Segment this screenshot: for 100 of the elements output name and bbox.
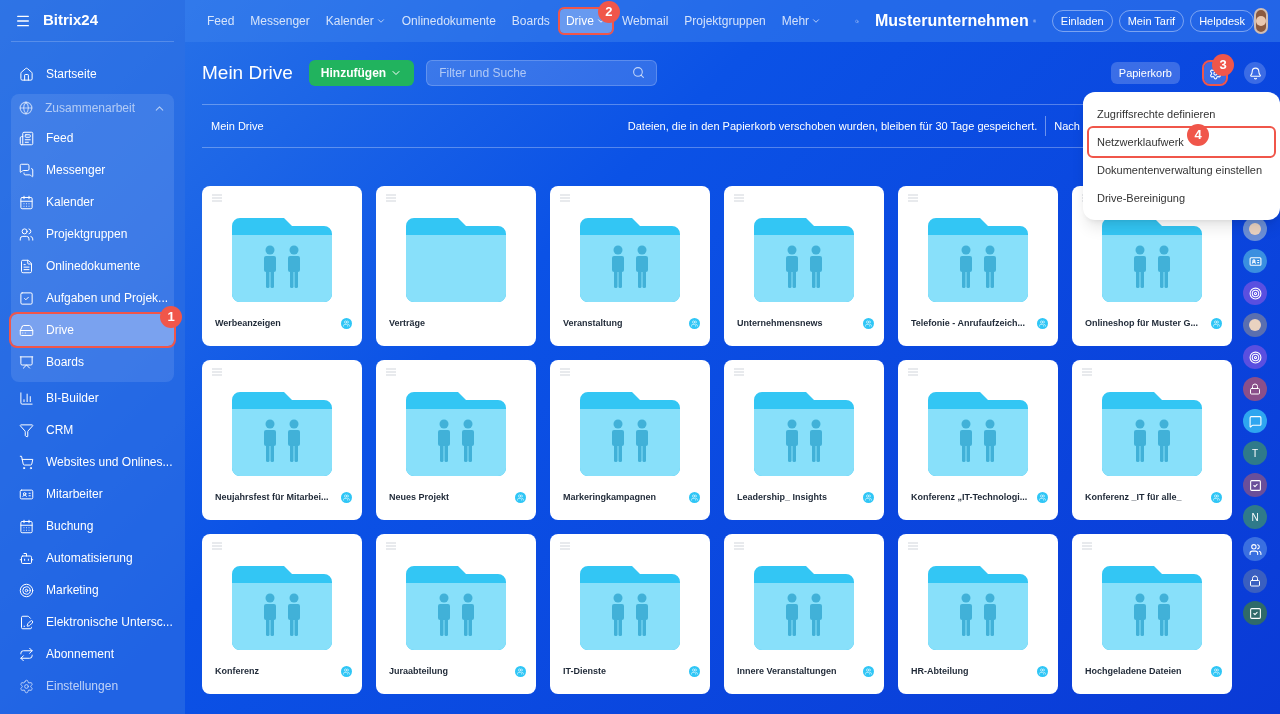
- sidebar-item[interactable]: Startseite: [11, 58, 174, 90]
- repeat-icon: [19, 646, 34, 662]
- nav-tab[interactable]: Onlinedokumente: [395, 9, 502, 33]
- sidebar-item[interactable]: Websites und Onlines...: [11, 446, 174, 478]
- home-icon: [19, 66, 34, 82]
- calendar-icon: [19, 518, 34, 534]
- sidebar-item[interactable]: Mitarbeiter: [11, 478, 174, 510]
- notice-text: Nach: [1054, 118, 1080, 134]
- sidebar-item[interactable]: Elektronische Untersc...: [11, 606, 174, 638]
- avatar[interactable]: [1243, 313, 1267, 337]
- chevron-down-icon: [811, 16, 822, 26]
- step-number-badge: 3: [1212, 54, 1234, 76]
- sidebar-item[interactable]: Einstellungen: [11, 670, 174, 702]
- id-card-icon: [19, 486, 34, 502]
- shared-icon: [1211, 317, 1222, 329]
- shared-folder-icon: [406, 392, 506, 476]
- id-card-icon[interactable]: [1243, 249, 1267, 273]
- folder-card[interactable]: Veranstaltung: [550, 186, 710, 346]
- shared-folder-icon: [928, 566, 1028, 650]
- folder-name: Neues Projekt: [388, 490, 450, 504]
- signature-icon: [19, 614, 34, 630]
- folder-card[interactable]: Werbeanzeigen: [202, 186, 362, 346]
- menu-item[interactable]: Dokumentenverwaltung einstellen: [1089, 156, 1274, 184]
- shared-icon: [863, 317, 874, 329]
- sidebar-item[interactable]: BI-Builder: [11, 382, 174, 414]
- shared-icon: [1211, 491, 1222, 503]
- bell-icon[interactable]: [1248, 66, 1262, 80]
- group-icon[interactable]: [1243, 537, 1267, 561]
- checkbox-icon[interactable]: [1243, 601, 1267, 625]
- folder-card[interactable]: Konferenz „IT-Technologi...: [898, 360, 1058, 520]
- folder-card[interactable]: Hochgeladene Dateien: [1072, 534, 1232, 694]
- folder-card[interactable]: Verträge: [376, 186, 536, 346]
- sidebar-item[interactable]: Onlinedokumente: [11, 250, 174, 282]
- sidebar-item[interactable]: Buchung: [11, 510, 174, 542]
- shared-icon: [1037, 665, 1048, 677]
- folder-card[interactable]: Neues Projekt: [376, 360, 536, 520]
- shared-folder-icon: [580, 566, 680, 650]
- sidebar-item[interactable]: Boards: [11, 346, 174, 378]
- lock-icon[interactable]: [1243, 569, 1267, 593]
- folder-card[interactable]: Innere Veranstaltungen: [724, 534, 884, 694]
- target-icon[interactable]: [1243, 281, 1267, 305]
- folder-card[interactable]: Unternehmensnews: [724, 186, 884, 346]
- folder-name: HR-Abteilung: [910, 664, 969, 678]
- nav-tab[interactable]: Boards: [505, 9, 556, 33]
- cart-icon: [19, 454, 34, 470]
- shared-folder-icon: [754, 566, 854, 650]
- shared-folder-icon: [928, 218, 1028, 302]
- folder-name: Konferenz _IT für alle_: [1084, 490, 1182, 504]
- sidebar-item[interactable]: Automatisierung: [11, 542, 174, 574]
- add-button[interactable]: Hinzufügen: [308, 60, 415, 86]
- nav-tab[interactable]: Messenger: [244, 9, 316, 33]
- shared-folder-icon: [1102, 218, 1202, 302]
- shared-folder-icon: [406, 566, 506, 650]
- folder-card[interactable]: IT-Dienste: [550, 534, 710, 694]
- sidebar-item[interactable]: Messenger: [11, 154, 174, 186]
- trash-button[interactable]: Papierkorb: [1110, 62, 1180, 84]
- shared-icon: [341, 317, 352, 329]
- lock-icon[interactable]: [1243, 377, 1267, 401]
- breadcrumb: Mein Drive: [211, 118, 264, 134]
- shared-folder-icon: [232, 218, 332, 302]
- chat-icon[interactable]: [1243, 409, 1267, 433]
- folder-card[interactable]: Konferenz: [202, 534, 362, 694]
- folder-card[interactable]: Markeringkampagnen: [550, 360, 710, 520]
- checkbox-icon[interactable]: [1243, 473, 1267, 497]
- sidebar-item[interactable]: Marketing: [11, 574, 174, 606]
- nav-tab[interactable]: Feed: [201, 9, 241, 33]
- chat-avatar[interactable]: N: [1243, 505, 1267, 529]
- shared-folder-icon: [232, 392, 332, 476]
- folder-card[interactable]: Juraabteilung: [376, 534, 536, 694]
- sidebar-item[interactable]: Projektgruppen: [11, 218, 174, 250]
- chat-avatar[interactable]: T: [1243, 441, 1267, 465]
- shared-folder-icon: [1102, 392, 1202, 476]
- nav-tab[interactable]: Projektgruppen: [678, 9, 772, 33]
- nav-tab[interactable]: Mehr: [775, 9, 828, 33]
- sidebar-item[interactable]: CRM: [11, 414, 174, 446]
- shared-folder-icon: [1102, 566, 1202, 650]
- shared-folder-icon: [232, 566, 332, 650]
- folder-card[interactable]: Leadership_ Insights: [724, 360, 884, 520]
- bar-chart-icon: [19, 390, 34, 406]
- avatar[interactable]: [1254, 8, 1268, 34]
- folder-name: Onlineshop für Muster G...: [1084, 316, 1198, 330]
- folder-card[interactable]: HR-Abteilung: [898, 534, 1058, 694]
- sidebar-item[interactable]: Kalender: [11, 186, 174, 218]
- folder-name: Hochgeladene Dateien: [1084, 664, 1182, 678]
- folder-name: IT-Dienste: [562, 664, 606, 678]
- target-icon[interactable]: [1243, 345, 1267, 369]
- sidebar-item[interactable]: Abonnement: [11, 638, 174, 670]
- folder-card[interactable]: Neujahrsfest für Mitarbei...: [202, 360, 362, 520]
- shared-icon: [1037, 491, 1048, 503]
- shared-folder-icon: [754, 218, 854, 302]
- step-number-badge: 2: [597, 1, 620, 23]
- folder-name: Konferenz: [214, 664, 259, 678]
- folder-card[interactable]: Konferenz _IT für alle_: [1072, 360, 1232, 520]
- checkbox-icon: [19, 290, 34, 306]
- shared-icon: [689, 317, 700, 329]
- nav-tab[interactable]: Kalender: [319, 9, 392, 33]
- shared-folder-icon: [754, 392, 854, 476]
- shared-icon: [341, 665, 352, 677]
- sidebar-item[interactable]: Feed: [11, 122, 174, 154]
- folder-card[interactable]: Telefonie - Anrufaufzeich...: [898, 186, 1058, 346]
